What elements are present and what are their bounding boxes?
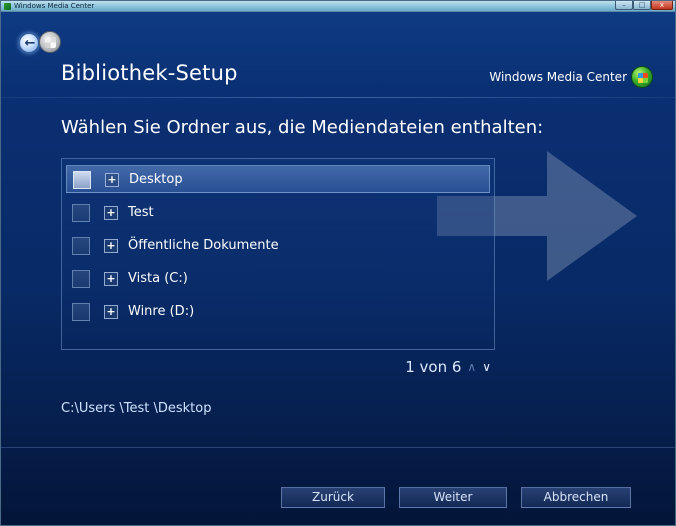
title-bar[interactable]: Windows Media Center – □ x — [1, 1, 675, 12]
brand-text: Windows Media Center — [489, 70, 627, 84]
back-wizard-button[interactable]: Zurück — [281, 487, 385, 508]
expand-button[interactable]: + — [104, 305, 118, 319]
window-title: Windows Media Center — [14, 2, 95, 10]
start-button[interactable] — [39, 31, 61, 53]
folder-item-public-documents[interactable]: + Öffentliche Dokumente — [66, 232, 490, 260]
instruction-text: Wählen Sie Ordner aus, die Mediendateien… — [61, 117, 544, 138]
page-up-icon[interactable]: ∧ — [467, 361, 476, 373]
page-indicator: 1 von 6 — [405, 358, 462, 376]
selected-path: C:\Users \Test \Desktop — [61, 401, 212, 416]
folder-checkbox[interactable] — [72, 303, 90, 321]
cancel-button[interactable]: Abbrechen — [521, 487, 631, 508]
folder-label: Desktop — [129, 172, 183, 187]
expand-button[interactable]: + — [104, 239, 118, 253]
pager: 1 von 6 ∧ ∨ — [405, 357, 491, 377]
expand-button[interactable]: + — [105, 173, 119, 187]
page-title: Bibliothek-Setup — [61, 61, 238, 85]
brand: Windows Media Center — [489, 65, 653, 89]
back-arrow-icon: ← — [24, 36, 36, 51]
folder-checkbox[interactable] — [72, 237, 90, 255]
folder-checkbox[interactable] — [72, 270, 90, 288]
windows-flag-icon — [638, 73, 648, 83]
folder-label: Vista (C:) — [128, 271, 188, 286]
footer-divider — [1, 447, 675, 448]
maximize-button[interactable]: □ — [633, 1, 651, 10]
folder-list[interactable]: + Desktop + Test + Öffentliche Dokumente… — [61, 158, 495, 350]
app-icon — [4, 3, 11, 10]
next-button[interactable]: Weiter — [399, 487, 507, 508]
expand-button[interactable]: + — [104, 206, 118, 220]
back-button[interactable]: ← — [19, 33, 39, 53]
minimize-button[interactable]: – — [615, 1, 633, 10]
media-center-window: Windows Media Center – □ x ← Bibliothek-… — [0, 0, 676, 526]
folder-item-vista-c[interactable]: + Vista (C:) — [66, 265, 490, 293]
page-down-icon[interactable]: ∨ — [482, 361, 491, 373]
folder-item-test[interactable]: + Test — [66, 199, 490, 227]
header-divider — [1, 97, 675, 98]
folder-item-winre-d[interactable]: + Winre (D:) — [66, 298, 490, 326]
folder-label: Öffentliche Dokumente — [128, 238, 279, 253]
close-button[interactable]: x — [651, 1, 673, 10]
folder-label: Test — [128, 205, 154, 220]
media-center-logo-icon — [631, 66, 653, 88]
windows-start-icon — [45, 37, 56, 48]
folder-checkbox[interactable] — [72, 204, 90, 222]
folder-item-desktop[interactable]: + Desktop — [66, 165, 490, 193]
expand-button[interactable]: + — [104, 272, 118, 286]
folder-checkbox[interactable] — [73, 171, 91, 189]
folder-label: Winre (D:) — [128, 304, 195, 319]
